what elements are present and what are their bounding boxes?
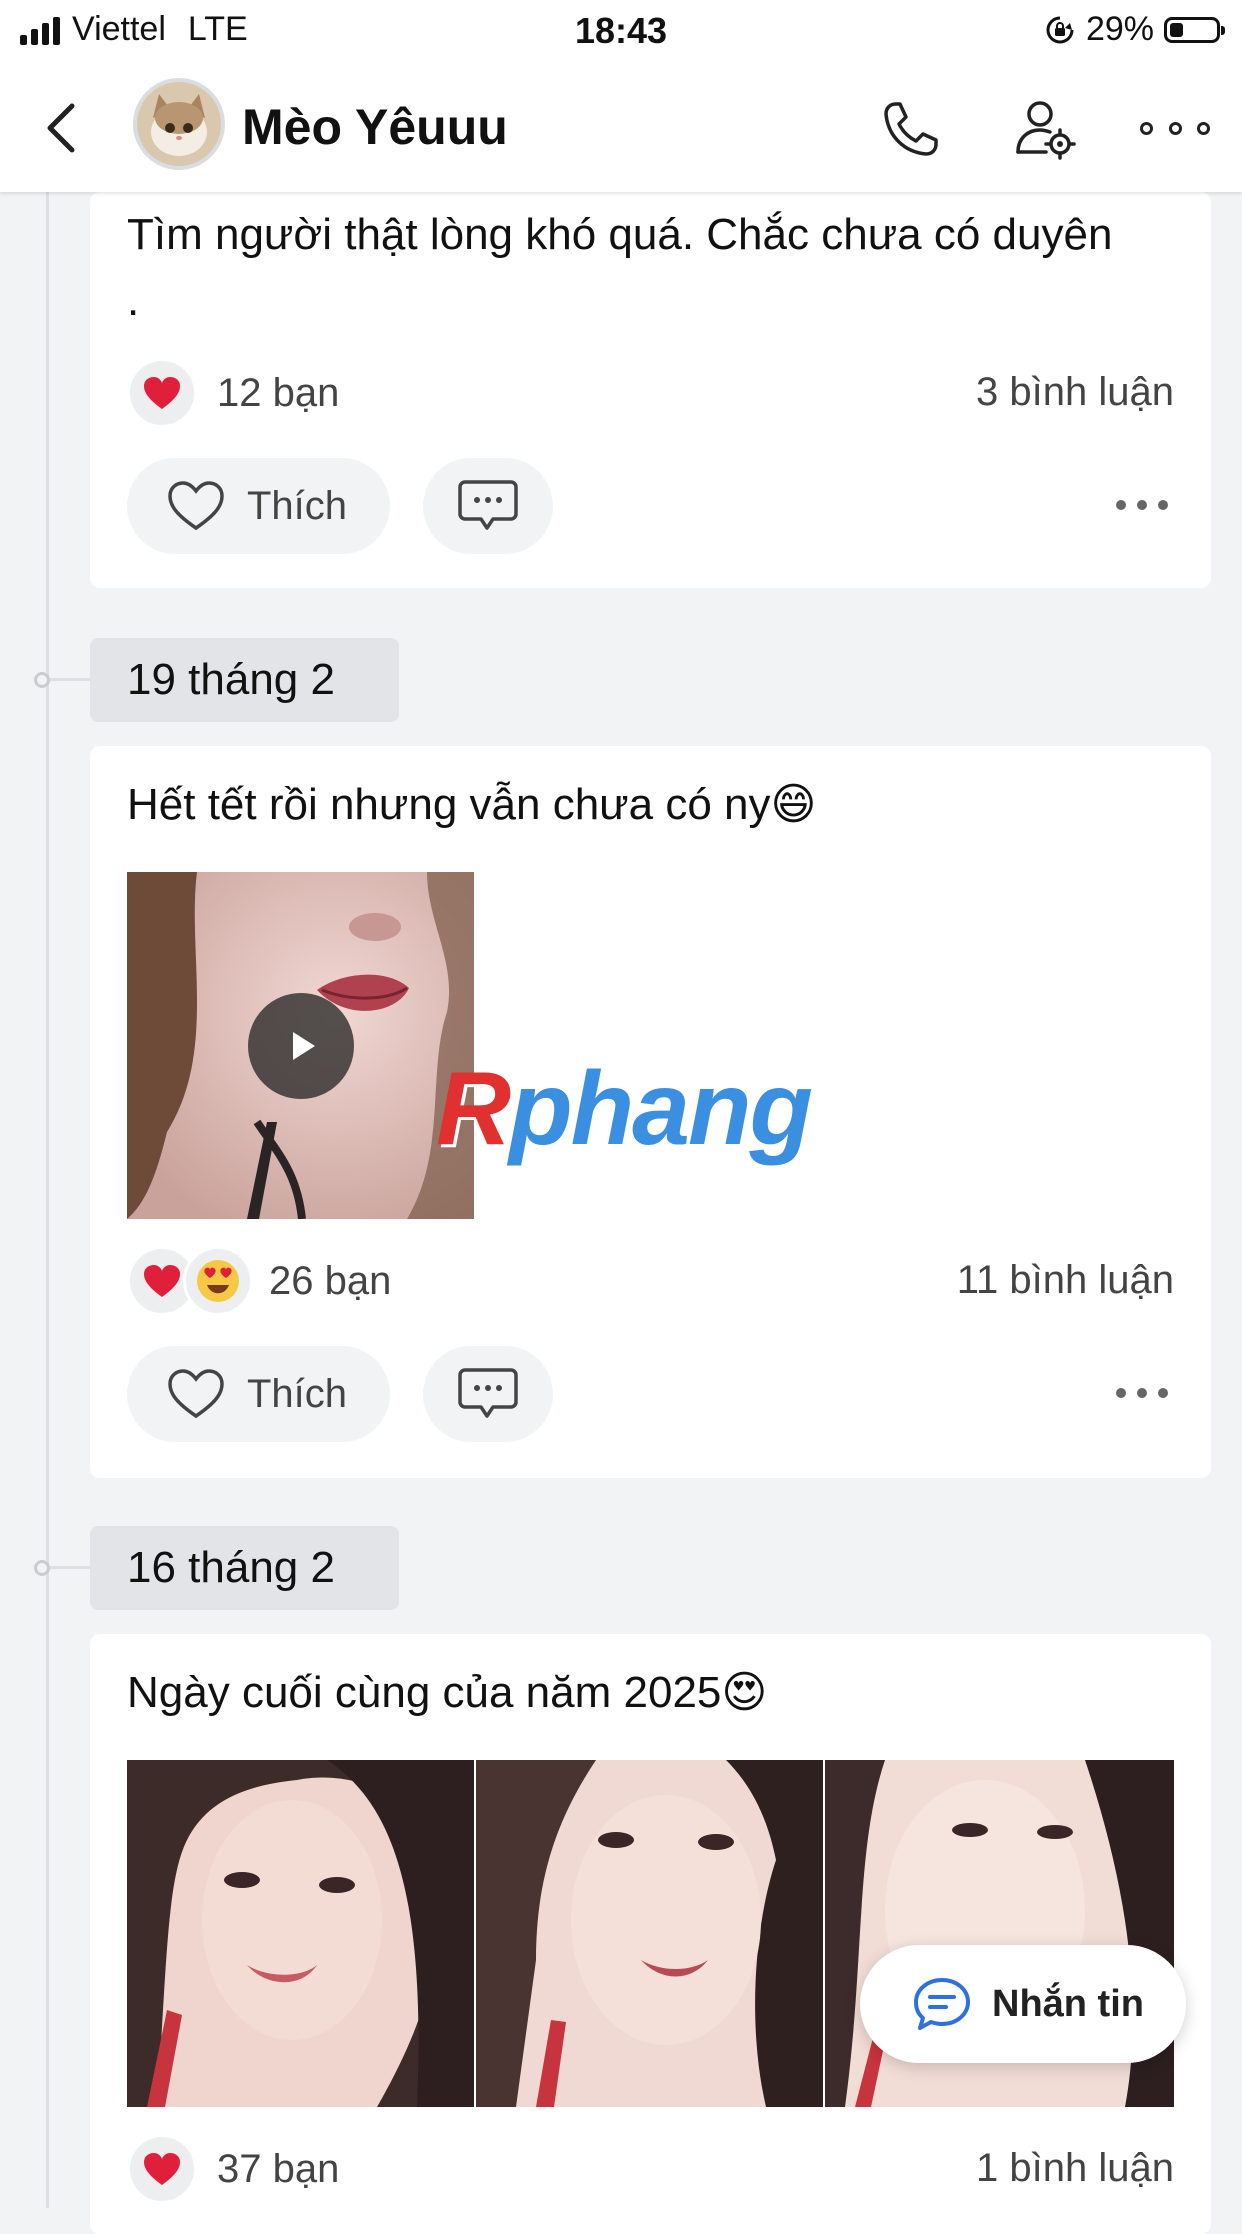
rotation-lock-icon — [1046, 16, 1074, 43]
reaction-summary[interactable]: 26 bạn — [127, 1246, 391, 1316]
timeline-connector — [50, 678, 90, 681]
comment-count[interactable]: 11 bình luận — [957, 1258, 1174, 1303]
chat-bubble-icon — [914, 1978, 970, 2030]
photo-thumbnail[interactable] — [476, 1760, 823, 2107]
like-button[interactable]: Thích — [127, 458, 390, 554]
heart-outline-icon — [168, 1369, 224, 1419]
status-right: 29% — [1044, 10, 1225, 49]
comment-icon — [458, 480, 518, 530]
timeline-connector — [50, 1566, 90, 1569]
post-text: Ngày cuối cùng của năm 2025😍 — [127, 1668, 768, 1717]
heart-eyes-reaction-icon — [183, 1246, 253, 1316]
avatar[interactable] — [133, 78, 225, 170]
photo-thumbnail[interactable] — [127, 1760, 474, 2107]
heart-reaction-icon — [127, 2134, 197, 2204]
post-text: Hết tết rồi nhưng vẫn chưa có ny😄 — [127, 780, 817, 829]
post-text: Tìm người thật lòng khó quá. Chắc chưa c… — [127, 210, 1113, 325]
timeline-node — [34, 1560, 50, 1576]
phone-icon[interactable] — [876, 94, 946, 164]
battery-icon — [1164, 16, 1225, 43]
message-button[interactable]: Nhắn tin — [860, 1945, 1186, 2063]
timeline-node — [34, 672, 50, 688]
reaction-count: 12 bạn — [217, 370, 340, 415]
like-button[interactable]: Thích — [127, 1346, 390, 1442]
play-icon[interactable] — [248, 993, 354, 1099]
reaction-summary[interactable]: 37 bạn — [127, 2134, 339, 2204]
post-card: Tìm người thật lòng khó quá. Chắc chưa c… — [90, 192, 1211, 588]
heart-outline-icon — [168, 481, 224, 531]
status-bar: Viettel LTE 18:43 29% — [0, 0, 1242, 64]
profile-name[interactable]: Mèo Yêuuu — [242, 98, 508, 156]
date-label: 19 tháng 2 — [90, 638, 399, 722]
profile-settings-icon[interactable] — [1010, 94, 1080, 164]
comment-count[interactable]: 1 bình luận — [976, 2146, 1174, 2191]
profile-header: Mèo Yêuuu — [0, 64, 1242, 192]
post-more-icon[interactable] — [1116, 1388, 1168, 1400]
message-button-label: Nhắn tin — [992, 1982, 1144, 2025]
watermark-logo: Rphang — [436, 1051, 813, 1167]
video-thumbnail[interactable] — [127, 872, 474, 1219]
cat-avatar-image — [137, 82, 221, 166]
post-card: Ngày cuối cùng của năm 2025😍 37 bạn 1 bì… — [90, 1634, 1211, 2234]
portrait-image — [127, 1760, 474, 2107]
date-label: 16 tháng 2 — [90, 1526, 399, 1610]
comment-button[interactable] — [423, 1346, 553, 1442]
battery-percent: 29% — [1085, 10, 1154, 48]
post-more-icon[interactable] — [1116, 500, 1168, 512]
reaction-summary[interactable]: 12 bạn — [127, 358, 339, 428]
like-label: Thích — [247, 483, 348, 528]
portrait-image — [476, 1760, 823, 2107]
reaction-count: 26 bạn — [269, 1258, 392, 1303]
comment-icon — [458, 1368, 518, 1418]
more-icon[interactable] — [1140, 120, 1210, 136]
like-label: Thích — [247, 1371, 348, 1416]
reaction-count: 37 bạn — [217, 2146, 340, 2191]
heart-reaction-icon — [127, 358, 197, 428]
comment-button[interactable] — [423, 458, 553, 554]
timeline-line — [46, 192, 49, 2208]
comment-count[interactable]: 3 bình luận — [976, 370, 1174, 415]
back-chevron-icon[interactable] — [38, 98, 88, 158]
